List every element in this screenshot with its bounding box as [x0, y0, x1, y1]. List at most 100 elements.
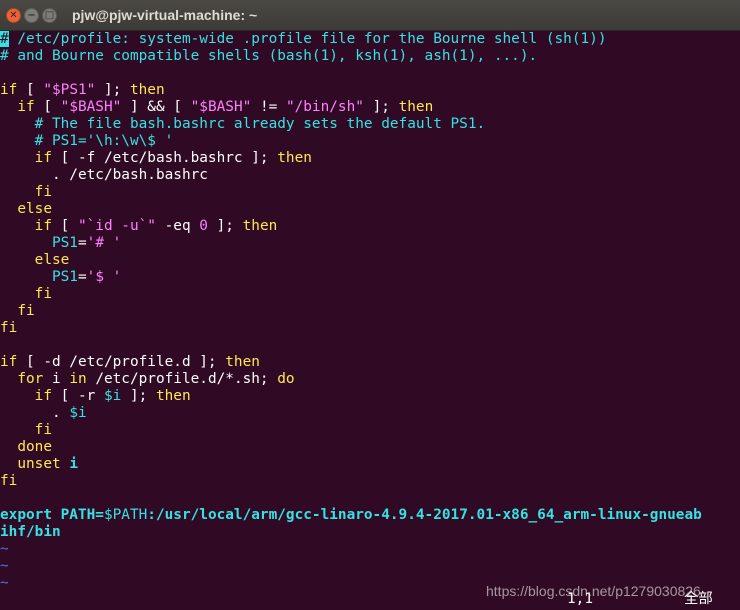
- code-token: ];: [121, 388, 156, 404]
- code-token: # The file bash.bashrc already sets the …: [0, 116, 486, 132]
- code-token: if: [17, 99, 35, 115]
- editor-line[interactable]: else: [0, 201, 52, 218]
- code-token: !=: [251, 99, 286, 115]
- code-token: ];: [207, 218, 243, 234]
- code-token: [ -r: [51, 388, 104, 404]
- code-token: $i: [103, 388, 122, 404]
- code-token: /etc/profile.d/*.sh;: [86, 371, 278, 387]
- editor-line[interactable]: fi: [0, 303, 35, 320]
- editor-line[interactable]: fi: [0, 320, 17, 337]
- code-token: i: [43, 371, 70, 387]
- code-token: "$BASH": [60, 99, 122, 115]
- code-token: then: [398, 99, 434, 115]
- code-token: $PATH: [103, 507, 148, 523]
- code-token: then: [129, 82, 165, 98]
- code-token: if: [0, 354, 18, 370]
- code-token: [: [34, 99, 61, 115]
- code-token: unset: [17, 456, 61, 472]
- minimize-icon[interactable]: −: [24, 8, 39, 23]
- code-token: 0: [199, 218, 208, 234]
- editor-line[interactable]: ~: [0, 541, 9, 558]
- editor-line[interactable]: done: [0, 439, 52, 456]
- editor-line[interactable]: if [ -d /etc/profile.d ]; then: [0, 354, 260, 371]
- code-token: fi: [17, 303, 35, 319]
- code-token: [: [17, 82, 44, 98]
- editor-line[interactable]: # PS1='\h:\w\$ ': [0, 133, 174, 150]
- code-token: .: [0, 405, 70, 421]
- editor-line[interactable]: PS1='$ ': [0, 269, 121, 286]
- editor-line[interactable]: . $i: [0, 405, 87, 422]
- editor-line[interactable]: PS1='# ': [0, 235, 121, 252]
- code-token: else: [34, 252, 70, 268]
- empty-line-marker: ~: [0, 558, 9, 574]
- code-token: "$PS1": [43, 82, 96, 98]
- code-token: then: [242, 218, 278, 234]
- scroll-indicator: 全部: [684, 591, 713, 607]
- code-token: ] && [: [121, 99, 191, 115]
- close-icon[interactable]: ✕: [6, 8, 21, 23]
- code-token: # PS1='\h:\w\$ ': [0, 133, 174, 149]
- editor-line[interactable]: fi: [0, 286, 52, 303]
- code-token: do: [277, 371, 295, 387]
- code-token: fi: [0, 473, 18, 489]
- editor-line[interactable]: if [ "$PS1" ]; then: [0, 82, 165, 99]
- code-token: if: [34, 388, 52, 404]
- editor-line[interactable]: # The file bash.bashrc already sets the …: [0, 116, 486, 133]
- code-token: then: [225, 354, 260, 370]
- text-cursor: #: [0, 31, 9, 47]
- code-token: fi: [34, 286, 52, 302]
- code-token: # and Bourne compatible shells (bash(1),…: [0, 48, 538, 64]
- code-token: "$BASH": [190, 99, 252, 115]
- editor-line[interactable]: fi: [0, 184, 52, 201]
- code-token: fi: [34, 184, 52, 200]
- editor-line[interactable]: fi: [0, 422, 52, 439]
- code-token: else: [17, 201, 52, 217]
- code-token: ihf/bin: [0, 524, 61, 540]
- editor-line[interactable]: fi: [0, 473, 17, 490]
- editor-line[interactable]: else: [0, 252, 70, 269]
- code-token: if: [34, 150, 52, 166]
- window-title: pjw@pjw-virtual-machine: ~: [72, 7, 258, 23]
- maximize-icon[interactable]: □: [42, 8, 57, 23]
- code-token: ];: [363, 99, 399, 115]
- editor-line[interactable]: if [ "`id -u`" -eq 0 ]; then: [0, 218, 278, 235]
- editor-line[interactable]: # and Bourne compatible shells (bash(1),…: [0, 48, 537, 65]
- editor-line[interactable]: # /etc/profile: system-wide .profile fil…: [0, 31, 606, 48]
- code-token: done: [17, 439, 52, 455]
- code-token: '# ': [86, 235, 122, 251]
- empty-line-marker: ~: [0, 541, 9, 557]
- code-token: fi: [34, 422, 52, 438]
- watermark-text: https://blog.csdn.net/p1279030826: [486, 583, 701, 599]
- code-token: "/bin/sh": [285, 99, 364, 115]
- window-titlebar[interactable]: ✕ − □ pjw@pjw-virtual-machine: ~: [0, 0, 740, 31]
- code-token: =: [77, 269, 87, 285]
- editor-line[interactable]: if [ -f /etc/bash.bashrc ]; then: [0, 150, 312, 167]
- terminal-editor-area[interactable]: # /etc/profile: system-wide .profile fil…: [0, 31, 740, 610]
- code-token: export PATH=: [0, 507, 104, 523]
- editor-line[interactable]: if [ "$BASH" ] && [ "$BASH" != "/bin/sh"…: [0, 99, 433, 116]
- code-token: /etc/profile: system-wide .profile file …: [8, 31, 607, 47]
- editor-line[interactable]: ~: [0, 575, 9, 592]
- code-token: -eq: [155, 218, 200, 234]
- editor-line[interactable]: if [ -r $i ]; then: [0, 388, 191, 405]
- code-token: i: [69, 456, 78, 472]
- editor-line[interactable]: ihf/bin: [0, 524, 61, 541]
- editor-line[interactable]: for i in /etc/profile.d/*.sh; do: [0, 371, 295, 388]
- code-token: if: [34, 218, 52, 234]
- editor-line[interactable]: . /etc/bash.bashrc: [0, 167, 208, 184]
- editor-line[interactable]: ~: [0, 558, 9, 575]
- code-token: [: [51, 218, 78, 234]
- code-token: . /etc/bash.bashrc: [0, 167, 208, 183]
- editor-line[interactable]: unset i: [0, 456, 78, 473]
- code-token: $i: [69, 405, 87, 421]
- editor-line[interactable]: export PATH=$PATH:/usr/local/arm/gcc-lin…: [0, 507, 702, 524]
- cursor-position: 1,1: [567, 591, 593, 607]
- code-token: PS1: [51, 235, 78, 251]
